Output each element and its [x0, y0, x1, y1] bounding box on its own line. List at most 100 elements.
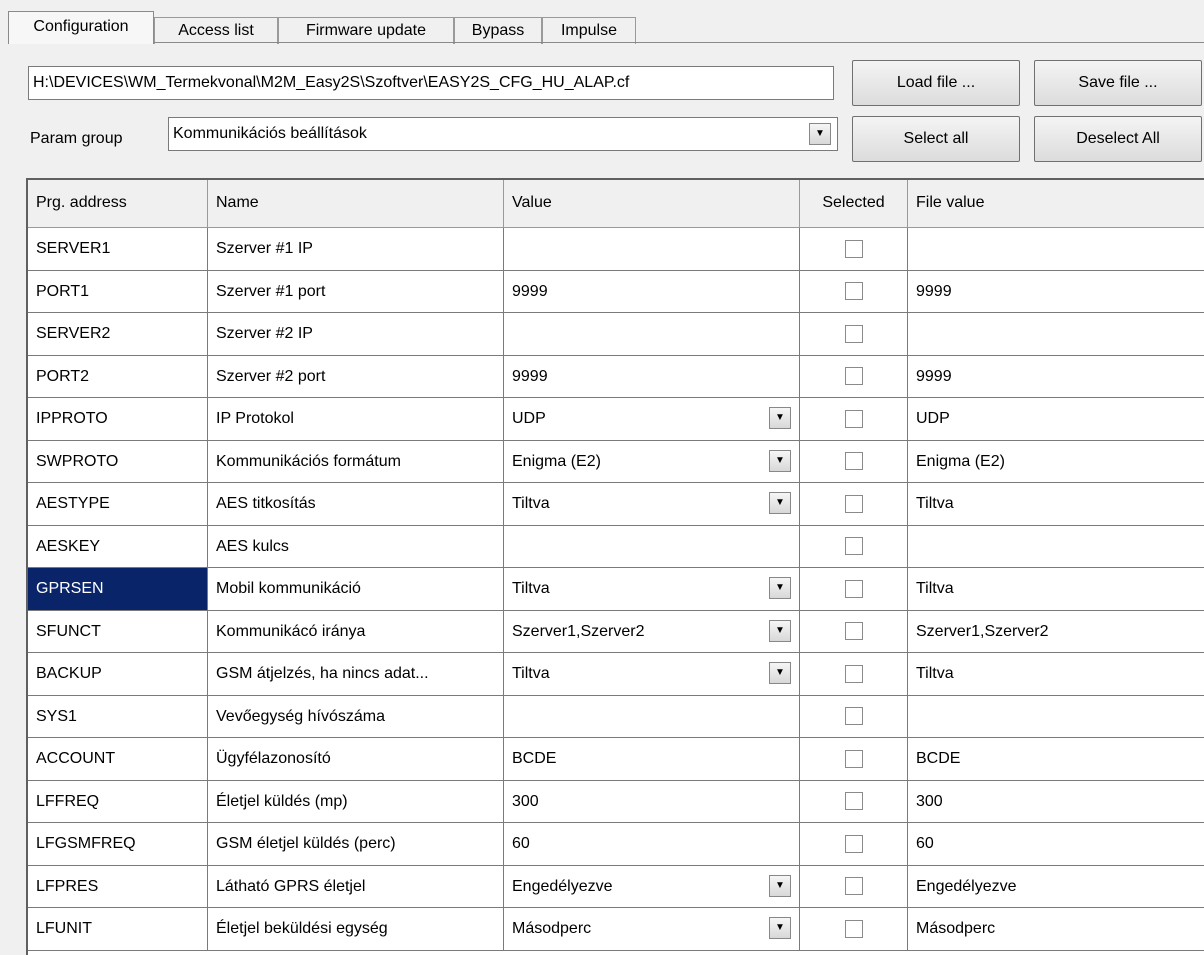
cell-value[interactable]: Másodperc ▼	[504, 908, 800, 951]
cell-value[interactable]	[504, 313, 800, 356]
cell-value[interactable]	[504, 228, 800, 271]
chevron-down-icon[interactable]: ▼	[809, 123, 831, 145]
chevron-down-icon[interactable]: ▼	[769, 407, 791, 429]
table-row[interactable]: SWPROTO Kommunikációs formátum Enigma (E2)…	[28, 440, 1204, 483]
selected-checkbox[interactable]	[844, 282, 863, 301]
table-row[interactable]: SFUNCT Kommunikácó iránya Szerver1,Szerver…	[28, 610, 1204, 653]
table-row[interactable]: PORT2 Szerver #2 port 9999 9999	[28, 355, 1204, 398]
selected-checkbox[interactable]	[844, 707, 863, 726]
cell-name[interactable]: Életjel beküldési egység	[208, 908, 504, 951]
table-row[interactable]: GPRSEN Mobil kommunikáció Tiltva ▼ Tiltva	[28, 568, 1204, 611]
tab-configuration[interactable]: Configuration	[8, 11, 154, 44]
selected-checkbox[interactable]	[844, 877, 863, 896]
chevron-down-icon[interactable]: ▼	[769, 449, 791, 472]
cell-value[interactable]: Szerver1,Szerver2 ▼	[504, 610, 800, 653]
cell-value[interactable]: Enigma (E2) ▼	[504, 440, 800, 483]
cell-address[interactable]: SWPROTO	[28, 440, 208, 483]
cell-name[interactable]: GSM életjel küldés (perc)	[208, 823, 504, 866]
cell-name[interactable]: Látható GPRS életjel	[208, 865, 504, 908]
cell-value[interactable]: UDP ▼	[504, 398, 800, 441]
cell-address[interactable]: LFFREQ	[28, 780, 208, 823]
cell-name[interactable]: GSM átjelzés, ha nincs adat...	[208, 653, 504, 696]
table-row[interactable]: LFGSMFREQ GSM életjel küldés (perc) 60 60	[28, 823, 1204, 866]
cell-address[interactable]: IPPROTO	[28, 398, 208, 441]
selected-checkbox[interactable]	[844, 622, 863, 641]
cell-address[interactable]: LFPRES	[28, 865, 208, 908]
cell-name[interactable]: Szerver #2 port	[208, 355, 504, 398]
cell-address[interactable]: SERVER2	[28, 313, 208, 356]
cell-address[interactable]: AESKEY	[28, 525, 208, 568]
selected-checkbox[interactable]	[844, 834, 863, 853]
cell-address[interactable]: ACCOUNT	[28, 738, 208, 781]
table-row[interactable]: AESTYPE AES titkosítás Tiltva ▼ Tiltva	[28, 483, 1204, 526]
load-file-button[interactable]: Load file ...	[852, 60, 1020, 106]
chevron-down-icon[interactable]: ▼	[769, 492, 791, 514]
file-path-input[interactable]: H:\DEVICES\WM_Termekvonal\M2M_Easy2S\Szo…	[28, 66, 834, 100]
cell-value[interactable]: 300	[504, 780, 800, 823]
chevron-down-icon[interactable]: ▼	[769, 874, 791, 897]
deselect-all-button[interactable]: Deselect All	[1034, 116, 1202, 162]
selected-checkbox[interactable]	[844, 792, 863, 811]
cell-address[interactable]: SERVER1	[28, 228, 208, 271]
cell-name[interactable]: Ügyfélazonosító	[208, 738, 504, 781]
cell-value[interactable]: 9999	[504, 355, 800, 398]
table-row[interactable]: LFUNIT Életjel beküldési egység Másodperc ▼…	[28, 908, 1204, 951]
selected-checkbox[interactable]	[844, 919, 863, 938]
table-row[interactable]: BACKUP GSM átjelzés, ha nincs adat... Tilt…	[28, 653, 1204, 696]
cell-value[interactable]: Tiltva ▼	[504, 483, 800, 526]
selected-checkbox[interactable]	[844, 452, 863, 471]
cell-name[interactable]: Vevőegység hívószáma	[208, 695, 504, 738]
select-all-button[interactable]: Select all	[852, 116, 1020, 162]
column-header-file-value[interactable]: File value	[908, 180, 1204, 228]
table-row[interactable]: ACCOUNT Ügyfélazonosító BCDE BCDE	[28, 738, 1204, 781]
table-row[interactable]: SERVER1 Szerver #1 IP	[28, 228, 1204, 271]
cell-address[interactable]: LFUNIT	[28, 908, 208, 951]
selected-checkbox[interactable]	[844, 749, 863, 768]
table-row[interactable]: PORT1 Szerver #1 port 9999 9999	[28, 270, 1204, 313]
column-header-value[interactable]: Value	[504, 180, 800, 228]
cell-address[interactable]: SYS1	[28, 695, 208, 738]
column-header-address[interactable]: Prg. address	[28, 180, 208, 228]
cell-name[interactable]: AES titkosítás	[208, 483, 504, 526]
cell-address[interactable]: BACKUP	[28, 653, 208, 696]
cell-name[interactable]: Szerver #2 IP	[208, 313, 504, 356]
table-row[interactable]: SYS1 Vevőegység hívószáma	[28, 695, 1204, 738]
cell-name[interactable]: Szerver #1 IP	[208, 228, 504, 271]
param-group-select[interactable]: Kommunikációs beállítások ▼	[168, 117, 838, 151]
cell-name[interactable]: Mobil kommunikáció	[208, 568, 504, 611]
cell-value[interactable]: BCDE	[504, 738, 800, 781]
cell-value[interactable]: Tiltva ▼	[504, 568, 800, 611]
cell-name[interactable]: Szerver #1 port	[208, 270, 504, 313]
cell-address[interactable]: SFUNCT	[28, 610, 208, 653]
selected-checkbox[interactable]	[844, 324, 863, 343]
cell-value[interactable]: 9999	[504, 270, 800, 313]
table-row[interactable]: LFFREQ Életjel küldés (mp) 300 300	[28, 780, 1204, 823]
tab-access-list[interactable]: Access list	[154, 17, 278, 44]
cell-value[interactable]: Engedélyezve ▼	[504, 865, 800, 908]
chevron-down-icon[interactable]: ▼	[769, 577, 791, 599]
selected-checkbox[interactable]	[844, 494, 863, 513]
tab-impulse[interactable]: Impulse	[542, 17, 636, 44]
cell-address[interactable]: LFGSMFREQ	[28, 823, 208, 866]
cell-address[interactable]: GPRSEN	[28, 568, 208, 611]
selected-checkbox[interactable]	[844, 579, 863, 598]
cell-name[interactable]: AES kulcs	[208, 525, 504, 568]
chevron-down-icon[interactable]: ▼	[769, 619, 791, 642]
cell-value[interactable]: Tiltva ▼	[504, 653, 800, 696]
cell-address[interactable]: AESTYPE	[28, 483, 208, 526]
cell-address[interactable]: PORT2	[28, 355, 208, 398]
selected-checkbox[interactable]	[844, 239, 863, 258]
selected-checkbox[interactable]	[844, 409, 863, 428]
tab-bypass[interactable]: Bypass	[454, 17, 542, 44]
selected-checkbox[interactable]	[844, 537, 863, 556]
table-row[interactable]: AESKEY AES kulcs	[28, 525, 1204, 568]
cell-address[interactable]: PORT1	[28, 270, 208, 313]
save-file-button[interactable]: Save file ...	[1034, 60, 1202, 106]
cell-name[interactable]: Életjel küldés (mp)	[208, 780, 504, 823]
cell-value[interactable]: 60	[504, 823, 800, 866]
chevron-down-icon[interactable]: ▼	[769, 662, 791, 684]
column-header-name[interactable]: Name	[208, 180, 504, 228]
table-row[interactable]: SERVER2 Szerver #2 IP	[28, 313, 1204, 356]
cell-value[interactable]	[504, 695, 800, 738]
selected-checkbox[interactable]	[844, 367, 863, 386]
